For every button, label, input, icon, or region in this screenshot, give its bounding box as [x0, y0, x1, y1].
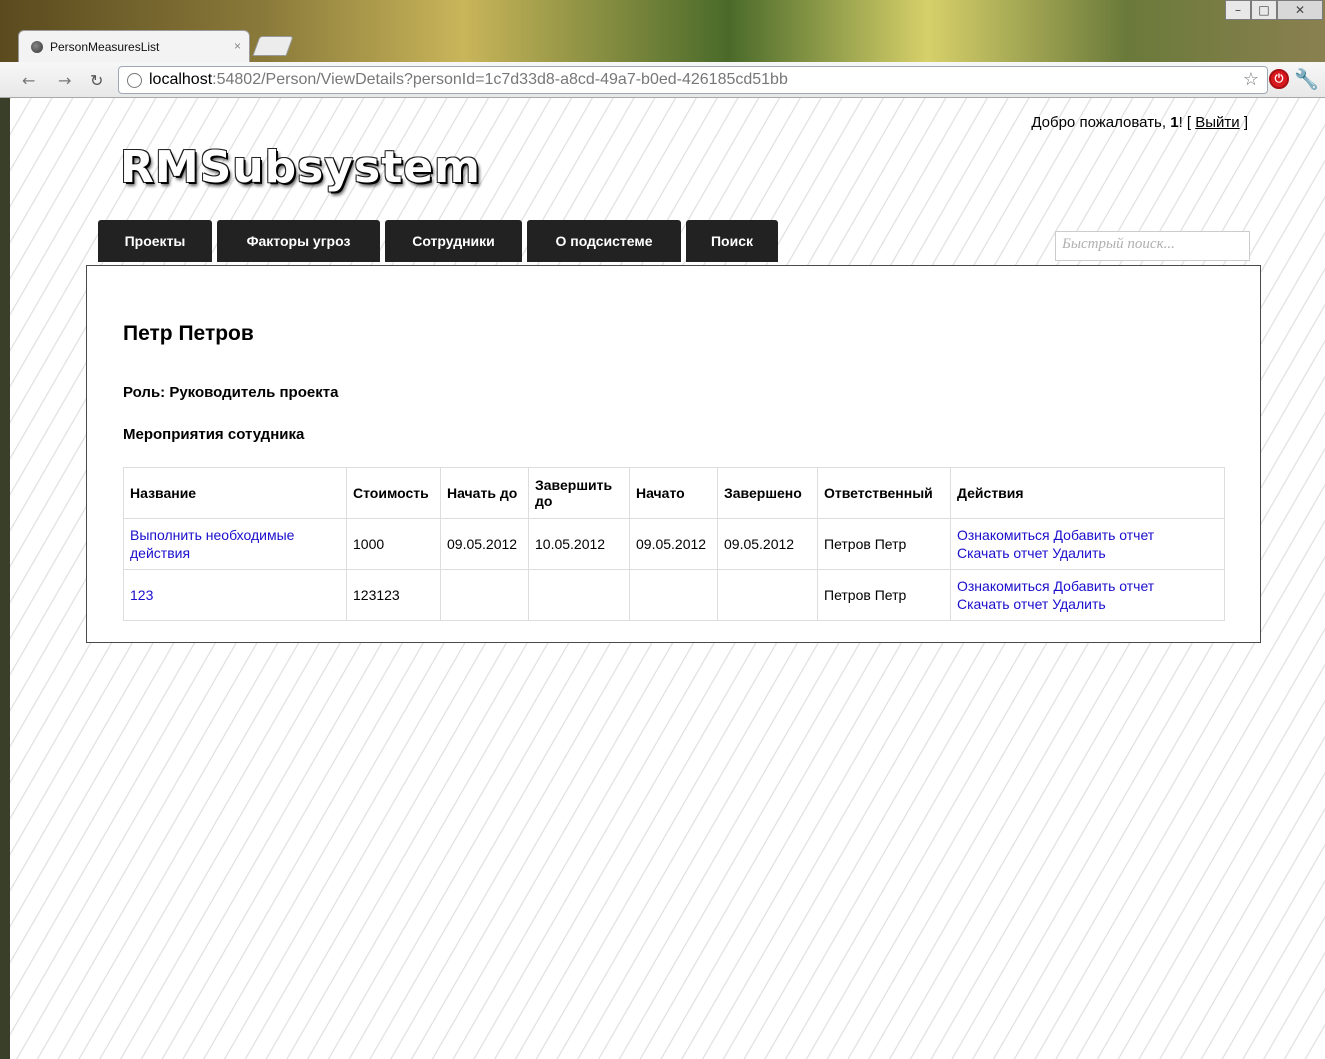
- menu-item-employees[interactable]: Сотрудники: [385, 220, 522, 262]
- cell-cost: 1000: [346, 518, 441, 570]
- cell-finished: 09.05.2012: [717, 518, 818, 570]
- measure-link[interactable]: 123: [130, 587, 153, 603]
- logout-link[interactable]: Выйти: [1195, 114, 1239, 131]
- url-path: :54802/Person/ViewDetails?personId=1c7d3…: [212, 71, 788, 88]
- cell-started: [629, 569, 718, 621]
- username: 1: [1170, 114, 1179, 131]
- welcome-bracket-close: ]: [1239, 114, 1248, 131]
- cell-actions: Ознакомиться Добавить отчет Скачать отче…: [950, 518, 1225, 570]
- person-role: Роль: Руководитель проекта: [123, 384, 339, 401]
- page-favicon-icon: [31, 40, 43, 53]
- window-controls: – □ ✕: [1225, 0, 1323, 20]
- header-started[interactable]: Начато: [629, 467, 718, 519]
- cell-actions: Ознакомиться Добавить отчет Скачать отче…: [950, 569, 1225, 621]
- login-status: Добро пожаловать, 1! [ Выйти ]: [1031, 114, 1248, 131]
- header-actions: Действия: [950, 467, 1225, 519]
- table-row: 123 123123 Петров Петр Ознакомиться Доба…: [123, 569, 1225, 621]
- header-end-by[interactable]: Завершить до: [528, 467, 630, 519]
- menu-item-projects[interactable]: Проекты: [98, 220, 212, 262]
- menu-item-about[interactable]: О подсистеме: [527, 220, 681, 262]
- measure-link[interactable]: Выполнить необходимые действия: [130, 527, 294, 561]
- menu-item-threat-factors[interactable]: Факторы угроз: [217, 220, 380, 262]
- view-link[interactable]: Ознакомиться: [957, 578, 1050, 594]
- delete-link[interactable]: Удалить: [1052, 596, 1105, 612]
- new-tab-button[interactable]: [252, 36, 294, 56]
- add-report-link[interactable]: Добавить отчет: [1054, 527, 1155, 543]
- globe-icon: [127, 72, 142, 88]
- reload-icon[interactable]: ↻: [90, 71, 103, 90]
- table-row: Выполнить необходимые действия 1000 09.0…: [123, 518, 1225, 570]
- delete-link[interactable]: Удалить: [1052, 545, 1105, 561]
- view-link[interactable]: Ознакомиться: [957, 527, 1050, 543]
- header-start-by[interactable]: Начать до: [440, 467, 529, 519]
- cell-finished: [717, 569, 818, 621]
- measures-title: Мероприятия сотудника: [123, 426, 305, 443]
- measures-table: Название Стоимость Начать до Завершить д…: [123, 467, 1225, 621]
- download-report-link[interactable]: Скачать отчет: [957, 596, 1048, 612]
- table-header-row: Название Стоимость Начать до Завершить д…: [123, 467, 1225, 519]
- download-report-link[interactable]: Скачать отчет: [957, 545, 1048, 561]
- person-name: Петр Петров: [123, 322, 254, 345]
- browser-toolbar: ← → ↻ localhost :54802/Person/ViewDetail…: [0, 62, 1325, 98]
- browser-chrome: PersonMeasuresList × – □ ✕ ← → ↻ localho…: [0, 0, 1325, 98]
- cell-start-by: 09.05.2012: [440, 518, 529, 570]
- cell-cost: 123123: [346, 569, 441, 621]
- welcome-bracket-open: ! [: [1178, 114, 1196, 131]
- header-name[interactable]: Название: [123, 467, 347, 519]
- menu-item-search[interactable]: Поиск: [686, 220, 778, 262]
- header-responsible[interactable]: Ответственный: [817, 467, 951, 519]
- welcome-text: Добро пожаловать,: [1031, 114, 1171, 131]
- browser-tab[interactable]: PersonMeasuresList ×: [18, 30, 250, 62]
- tab-close-icon[interactable]: ×: [234, 39, 241, 53]
- cell-responsible: Петров Петр: [817, 518, 951, 570]
- site-logo: RMSubsystem: [120, 142, 481, 193]
- bookmark-star-icon[interactable]: ☆: [1243, 69, 1259, 90]
- page-content: Добро пожаловать, 1! [ Выйти ] RMSubsyst…: [10, 98, 1325, 1059]
- cell-name: 123: [123, 569, 347, 621]
- cell-end-by: 10.05.2012: [528, 518, 630, 570]
- close-window-button[interactable]: ✕: [1277, 0, 1323, 20]
- add-report-link[interactable]: Добавить отчет: [1054, 578, 1155, 594]
- cell-end-by: [528, 569, 630, 621]
- forward-arrow-icon[interactable]: →: [58, 71, 71, 90]
- header-cost[interactable]: Стоимость: [346, 467, 441, 519]
- main-panel: Петр Петров Роль: Руководитель проекта М…: [86, 265, 1261, 643]
- cell-start-by: [440, 569, 529, 621]
- tab-title: PersonMeasuresList: [50, 39, 160, 54]
- extension-stop-icon[interactable]: ⏻: [1269, 69, 1289, 89]
- url-host: localhost: [149, 71, 213, 88]
- minimize-button[interactable]: –: [1225, 0, 1251, 20]
- cell-started: 09.05.2012: [629, 518, 718, 570]
- cell-responsible: Петров Петр: [817, 569, 951, 621]
- cell-name: Выполнить необходимые действия: [123, 518, 347, 570]
- wrench-icon[interactable]: 🔧: [1294, 67, 1319, 91]
- quick-search-input[interactable]: Быстрый поиск...: [1055, 231, 1250, 261]
- tab-strip: PersonMeasuresList × – □ ✕: [0, 0, 1325, 62]
- address-bar[interactable]: localhost :54802/Person/ViewDetails?pers…: [118, 66, 1268, 94]
- back-arrow-icon[interactable]: ←: [22, 71, 35, 90]
- main-menu: Проекты Факторы угроз Сотрудники О подси…: [98, 220, 778, 262]
- maximize-button[interactable]: □: [1251, 0, 1277, 20]
- header-finished[interactable]: Завершено: [717, 467, 818, 519]
